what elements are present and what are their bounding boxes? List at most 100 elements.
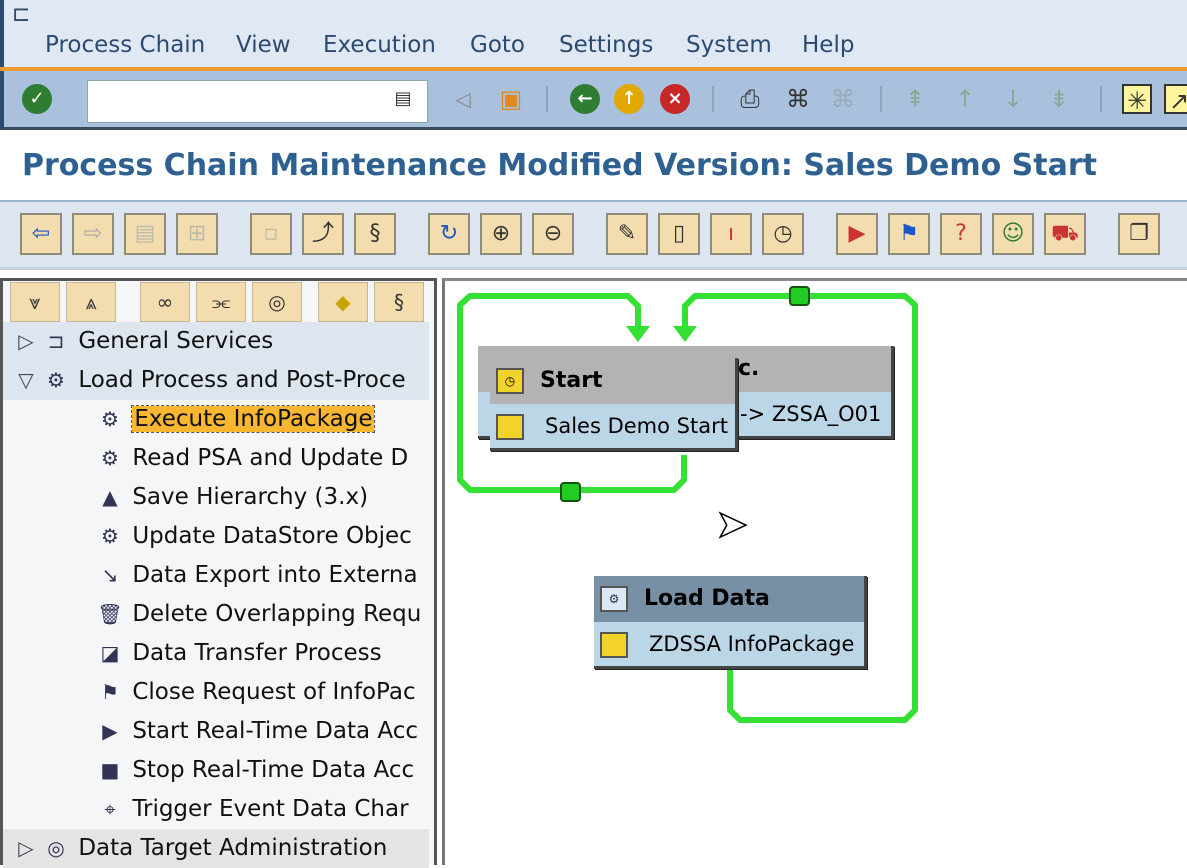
menu-view[interactable]: View (236, 32, 291, 58)
user-icon[interactable]: ☺ (992, 213, 1034, 255)
menu-bar: ⊏ Process Chain View Execution Goto Sett… (0, 0, 1187, 68)
stop-realtime-icon: ■ (100, 758, 120, 782)
process-chains-icon[interactable]: ⫘ (196, 282, 246, 322)
tree-item-label: Stop Real-Time Data Acc (132, 757, 415, 783)
general-services-icon: ⊐ (47, 329, 65, 353)
forward-arrow-icon[interactable]: ⇨ (72, 213, 114, 255)
tree-item-label: Update DataStore Objec (132, 523, 412, 549)
tree-item-label: Data Target Administration (78, 835, 388, 861)
transport-icon[interactable]: ⛟ (1044, 213, 1086, 255)
menu-system[interactable]: System (686, 32, 772, 58)
tree-item[interactable]: ↘ Data Export into Externa (3, 556, 429, 595)
activate-icon[interactable]: ▶ (836, 213, 878, 255)
target-icon: ◎ (47, 836, 65, 860)
menu-help[interactable]: Help (802, 32, 854, 58)
expand-all-icon[interactable]: ⩔ (10, 282, 60, 322)
next-page-icon[interactable]: ↓ (998, 84, 1028, 114)
zoom-in-icon[interactable]: ⊕ (480, 213, 522, 255)
infopackage-icon[interactable]: ◆ (318, 282, 368, 322)
tree-item[interactable]: ⚙ Read PSA and Update D (3, 439, 429, 478)
collapsed-triangle-icon[interactable]: ▷ (11, 322, 41, 361)
command-field[interactable] (87, 80, 428, 123)
node-subtitle: Sales Demo Start (545, 414, 728, 438)
tree-view-icon[interactable]: ⊞ (176, 213, 218, 255)
last-page-icon[interactable]: ⇟ (1044, 84, 1074, 114)
gear-box-icon: ⚙ (47, 368, 65, 392)
tree-item[interactable]: ■ Stop Real-Time Data Acc (3, 751, 429, 790)
export-icon: ↘ (101, 563, 119, 587)
flag-icon: ⚑ (101, 680, 119, 704)
node-title: Load Data (644, 586, 770, 611)
tree-item[interactable]: ▷ ⊐ General Services (3, 322, 429, 361)
scroll-icon[interactable]: § (374, 282, 424, 322)
tree-item[interactable]: 🗑 Delete Overlapping Requ (3, 595, 429, 634)
start-realtime-icon: ▶ (102, 719, 118, 743)
tree-item-label: Delete Overlapping Requ (132, 601, 422, 627)
expanded-triangle-icon[interactable]: ▽ (11, 361, 41, 400)
save-icon[interactable]: ▣ (496, 84, 526, 114)
info-icon[interactable]: ı (710, 213, 752, 255)
trash-icon: 🗑 (97, 602, 123, 626)
edit-icon[interactable]: ✎ (606, 213, 648, 255)
detail-view-icon[interactable]: ▤ (124, 213, 166, 255)
previous-page-icon[interactable]: ↑ (950, 84, 980, 114)
target-icon[interactable]: ◎ (252, 282, 302, 322)
tree-item-label: Execute InfoPackage (131, 405, 376, 433)
enter-icon[interactable]: ✓ (22, 84, 52, 114)
link-icon[interactable]: ∞ (140, 282, 190, 322)
tree-item-label: Load Process and Post-Proce (78, 367, 406, 393)
tree-item-label: Close Request of InfoPac (132, 679, 416, 705)
print-icon[interactable]: ⎙ (735, 84, 765, 114)
node-title: Start (540, 368, 603, 393)
start-clock-icon: ◷ (496, 368, 524, 394)
first-page-icon[interactable]: ⇞ (900, 84, 930, 114)
process-node-start[interactable]: ◷ Start Sales Demo Start (490, 358, 738, 451)
system-menu-icon[interactable]: ⊏ (12, 2, 30, 27)
cancel-icon[interactable]: × (660, 84, 690, 114)
back-icon[interactable]: ← (570, 84, 600, 114)
command-history-icon[interactable]: ▤ (388, 84, 418, 114)
tree-item[interactable]: ▲ Save Hierarchy (3.x) (3, 478, 429, 517)
exit-icon[interactable]: ↑ (614, 84, 644, 114)
tree-item[interactable]: ▽ ⚙ Load Process and Post-Proce (3, 361, 429, 400)
create-session-icon[interactable]: ✳ (1122, 84, 1152, 115)
zoom-out-icon[interactable]: ⊖ (532, 213, 574, 255)
tree-item[interactable]: ⌖ Trigger Event Data Char (3, 790, 429, 829)
tree-item[interactable]: ⚙ Execute InfoPackage (3, 400, 429, 439)
back-arrow-icon[interactable]: ⇦ (20, 213, 62, 255)
dtp-icon: ◪ (100, 641, 120, 665)
mouse-cursor: ➤ (715, 501, 748, 547)
shortcut-icon[interactable]: ↗ (1164, 84, 1187, 115)
trigger-event-icon: ⌖ (104, 797, 116, 821)
menu-execution[interactable]: Execution (323, 32, 436, 58)
menu-goto[interactable]: Goto (470, 32, 525, 58)
refresh-icon[interactable]: ↻ (428, 213, 470, 255)
tree-item[interactable]: ⚙ Update DataStore Objec (3, 517, 429, 556)
tree-item-label: Trigger Event Data Char (132, 796, 409, 822)
network-icon[interactable]: ⚑ (888, 213, 930, 255)
log-icon[interactable]: § (354, 213, 396, 255)
variant-icon (496, 414, 524, 440)
tree-item-label: Data Transfer Process (132, 640, 382, 666)
find-icon[interactable]: ⌘ (783, 84, 813, 114)
help-icon[interactable]: ? (940, 213, 982, 255)
menu-settings[interactable]: Settings (559, 32, 653, 58)
menu-process-chain[interactable]: Process Chain (45, 32, 205, 58)
find-next-icon[interactable]: ⌘ (828, 84, 858, 114)
variant-icon (600, 632, 628, 658)
tree-item-label: General Services (78, 328, 274, 354)
collapse-arrow-icon[interactable]: ◁ (448, 84, 478, 114)
process-node-load-data[interactable]: ⚙ Load Data ZDSSA InfoPackage (594, 576, 867, 669)
gear-box-icon: ⚙ (600, 586, 628, 612)
tree-item[interactable]: ▷ ◎ Data Target Administration (3, 829, 429, 868)
layout-icon[interactable]: ▫ (250, 213, 292, 255)
tree-item[interactable]: ▶ Start Real-Time Data Acc (3, 712, 429, 751)
collapse-all-icon[interactable]: ⩓ (66, 282, 116, 322)
new-document-icon[interactable]: ▯ (658, 213, 700, 255)
connect-icon[interactable]: ⤴ (302, 213, 344, 255)
schedule-icon[interactable]: ◷ (762, 213, 804, 255)
tree-item[interactable]: ◪ Data Transfer Process (3, 634, 429, 673)
collapsed-triangle-icon[interactable]: ▷ (11, 829, 41, 868)
tree-item[interactable]: ⚑ Close Request of InfoPac (3, 673, 429, 712)
copy-icon[interactable]: ❐ (1118, 213, 1160, 255)
